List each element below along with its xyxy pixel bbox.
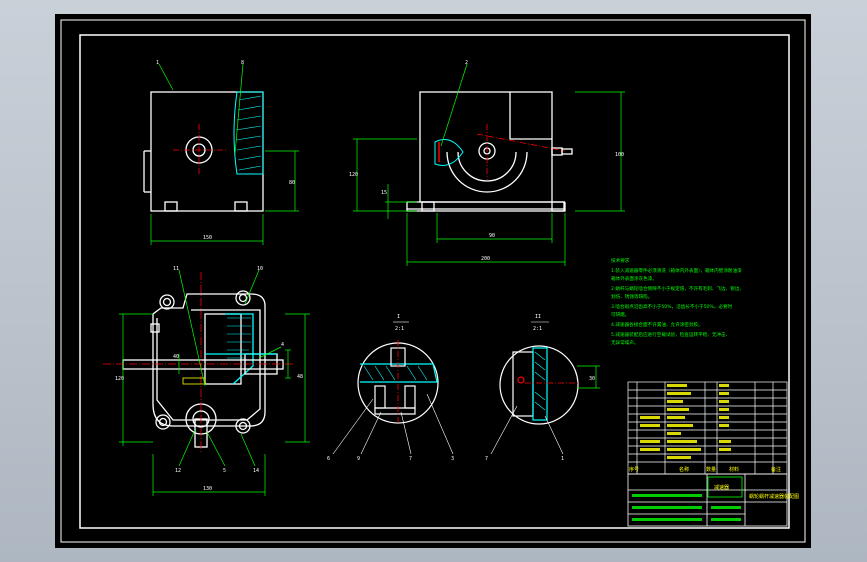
parts-col-mat: 材料	[729, 466, 739, 473]
plan-width-dim: 130	[203, 486, 212, 492]
title-block-fill	[632, 494, 741, 521]
plan-view	[103, 272, 295, 454]
detail-b-leaders	[490, 405, 564, 455]
side-inner-dim: 90	[489, 233, 495, 239]
technical-notes: 技术要求 1.装入减速器零件必须清洗（箱体内外表面），箱体内壁涂耐油漆 箱体外表…	[611, 257, 744, 346]
side-height-dim: 120	[349, 172, 358, 178]
detail-a-num: I	[397, 314, 400, 320]
plan-small-dim: 40	[173, 354, 179, 360]
front-callout-1: 1	[156, 60, 159, 66]
plan-callout-12: 12	[175, 468, 181, 474]
notes-line-8: 5.减速器装配后应进行空载试验，检查运转平稳、无冲击、	[611, 331, 730, 338]
side-right-dim: 100	[615, 152, 624, 158]
detail-a-callout-3: 7	[409, 456, 412, 462]
detail-a	[357, 340, 439, 424]
front-callout-8: 8	[241, 60, 244, 66]
detail-b-dim: 30	[589, 376, 595, 382]
plan-height-dim: 120	[115, 376, 124, 382]
detail-a-callout-2: 9	[357, 456, 360, 462]
title-main: 减速器	[714, 484, 729, 491]
front-view	[143, 91, 264, 212]
detail-b-callout-1: 7	[485, 456, 488, 462]
detail-b-callout-2: 1	[561, 456, 564, 462]
parts-col-name: 名称	[679, 466, 689, 473]
parts-col-seq: 序号	[629, 466, 639, 473]
notes-line-7: 4.减速器各接合面不许漏油，允许涂密封胶。	[611, 321, 703, 328]
detail-a-callout-4: 3	[451, 456, 454, 462]
detail-b	[499, 345, 579, 425]
parts-col-note: 备注	[771, 466, 781, 473]
plan-callout-10: 10	[257, 266, 263, 272]
outer-frame	[60, 19, 806, 543]
notes-heading: 技术要求	[611, 257, 630, 264]
notes-line-5: 3.啮合斑点沿齿高不小于50%，沿齿长不小于50%，必要时	[611, 303, 733, 310]
plan-view-dims	[119, 269, 310, 496]
plan-shaft-dim: 48	[297, 374, 303, 380]
detail-a-leaders	[332, 393, 454, 455]
notes-line-6: 可研磨。	[611, 311, 629, 318]
detail-a-ratio: 2:1	[395, 326, 404, 332]
notes-line-1: 1.装入减速器零件必须清洗（箱体内外表面），箱体内壁涂耐油漆	[611, 267, 742, 274]
notes-line-2: 箱体外表面涂灰色漆。	[611, 275, 657, 282]
front-height-dim: 80	[289, 180, 295, 186]
side-callout-2: 2	[465, 60, 468, 66]
plan-callout-5: 5	[223, 468, 226, 474]
side-view	[406, 91, 573, 212]
side-total-dim: 200	[481, 256, 490, 262]
front-view-dims	[150, 63, 299, 245]
side-small-dim: 15	[381, 190, 387, 196]
assembly-drawing: 150 80 1 8 120 15 90 200 100 2 120 130 4…	[60, 19, 806, 543]
parts-list	[627, 381, 788, 475]
detail-b-ratio: 2:1	[533, 326, 542, 332]
notes-line-4: 划伤、锈蚀等缺陷。	[611, 293, 652, 300]
detail-a-callout-1: 6	[327, 456, 330, 462]
drawing-name: 蜗轮蜗杆减速器装配图	[749, 493, 799, 500]
plan-callout-11: 11	[173, 266, 179, 272]
plan-callout-14: 14	[253, 468, 259, 474]
detail-b-num: II	[535, 314, 541, 320]
plan-callout-4: 4	[281, 342, 284, 348]
notes-line-9: 无异常噪声。	[611, 339, 639, 346]
cad-viewport[interactable]: 150 80 1 8 120 15 90 200 100 2 120 130 4…	[55, 14, 811, 548]
front-width-dim: 150	[203, 235, 212, 241]
notes-line-3: 2.蜗杆与蜗轮啮合侧隙不小于规定值，不许有毛刺、飞边、锐边、	[611, 285, 744, 292]
parts-col-qty: 数量	[706, 466, 716, 473]
